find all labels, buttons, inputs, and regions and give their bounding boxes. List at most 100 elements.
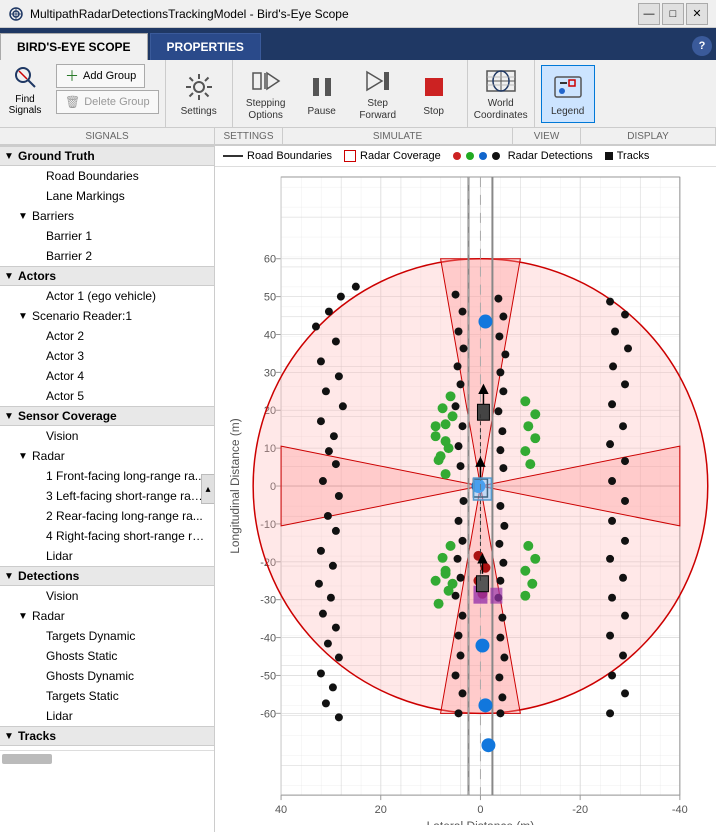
legend-tracks-sq [605,152,613,160]
x-ticks [281,795,680,800]
sidebar-item-lane-markings[interactable]: Lane Markings [0,186,214,206]
legend-bar: Road Boundaries Radar Coverage Radar Det… [215,146,716,167]
barrier-2-label: Barrier 2 [46,249,92,263]
y-axis-label: Longitudinal Distance (m) [228,418,242,554]
actors-label: Actors [18,269,56,283]
sidebar-item-radar-2[interactable]: 2 Rear-facing long-range ra... [0,506,214,526]
tab-bar: BIRD'S-EYE SCOPE PROPERTIES ? [0,28,716,60]
sidebar-item-targets-static[interactable]: Targets Static [0,686,214,706]
legend-radar-coverage: Radar Coverage [344,150,441,162]
sidebar-item-radar-1[interactable]: 1 Front-facing long-range ra... [0,466,214,486]
legend-dot-red [453,152,461,160]
ghosts-dynamic-label: Ghosts Dynamic [46,669,134,683]
sidebar-collapse-button[interactable]: ▴ [201,474,215,504]
add-group-label: Add Group [83,70,136,82]
sidebar-item-sensor-coverage[interactable]: ▼ Sensor Coverage [0,406,214,426]
sidebar-item-actor-1[interactable]: Actor 1 (ego vehicle) [0,286,214,306]
sidebar-hscrollbar-thumb[interactable] [2,754,52,764]
world-coordinates-button[interactable]: WorldCoordinates [474,65,528,123]
section-labels-bar: SIGNALS SETTINGS SIMULATE VIEW DISPLAY [0,128,716,146]
toggle-radar-sc: ▼ [18,451,32,462]
sidebar-item-tracks[interactable]: ▼ Tracks [0,726,214,746]
minimize-button[interactable]: — [638,3,660,25]
sidebar-item-radar-3[interactable]: 3 Left-facing short-range rac... [0,486,214,506]
svg-text:-40: -40 [672,804,688,816]
lidar-det-label: Lidar [46,709,73,723]
settings-button[interactable]: Settings [172,65,226,123]
delete-group-button[interactable]: 🗑 Delete Group [56,90,159,114]
help-button[interactable]: ? [692,36,712,56]
add-group-button[interactable]: ＋ Add Group [56,64,145,88]
sidebar-item-actor-2[interactable]: Actor 2 [0,326,214,346]
stepping-options-button[interactable]: SteppingOptions [239,65,293,123]
main-content: ▴ ▼ Ground Truth Road Boundaries Lane Ma… [0,146,716,832]
ghosts-static-label: Ghosts Static [46,649,117,663]
tab-birds-eye[interactable]: BIRD'S-EYE SCOPE [0,33,148,60]
sidebar-item-scenario-reader[interactable]: ▼ Scenario Reader:1 [0,306,214,326]
sidebar-item-ghosts-dynamic[interactable]: Ghosts Dynamic [0,666,214,686]
toggle-ground-truth: ▼ [4,151,18,162]
sidebar-item-vision-sc[interactable]: Vision [0,426,214,446]
stop-button[interactable]: Stop [407,65,461,123]
actor-2-label: Actor 2 [46,329,84,343]
legend-road-boundaries: Road Boundaries [223,150,332,162]
delete-group-label: Delete Group [84,96,149,108]
vision-det-label: Vision [46,589,78,603]
step-forward-label: StepForward [359,98,396,122]
sidebar-item-radar-sc[interactable]: ▼ Radar [0,446,214,466]
sidebar-item-barrier-1[interactable]: Barrier 1 [0,226,214,246]
sidebar: ▴ ▼ Ground Truth Road Boundaries Lane Ma… [0,146,215,832]
legend-icon [552,71,584,103]
simulate-section-label: SIMULATE [283,128,513,144]
radar-2-label: 2 Rear-facing long-range ra... [46,509,203,523]
pause-button[interactable]: Pause [295,65,349,123]
sidebar-item-ghosts-static[interactable]: Ghosts Static [0,646,214,666]
sidebar-item-detections[interactable]: ▼ Detections [0,566,214,586]
legend-radar-box [344,150,356,162]
legend-dot-blue [479,152,487,160]
sidebar-hscrollbar[interactable] [0,750,214,766]
targets-dynamic-label: Targets Dynamic [46,629,135,643]
legend-button[interactable]: Legend [541,65,595,123]
chart-area: Road Boundaries Radar Coverage Radar Det… [215,146,716,832]
sidebar-item-actors[interactable]: ▼ Actors [0,266,214,286]
sidebar-item-actor-5[interactable]: Actor 5 [0,386,214,406]
sidebar-item-lidar-det[interactable]: Lidar [0,706,214,726]
tab-properties[interactable]: PROPERTIES [150,33,261,60]
settings-icon [183,71,215,103]
simulate-group: SteppingOptions Pause StepForward [233,60,468,127]
legend-road-label: Road Boundaries [247,150,332,162]
sidebar-item-actor-4[interactable]: Actor 4 [0,366,214,386]
step-forward-button[interactable]: StepForward [351,65,405,123]
svg-text:0: 0 [477,804,483,816]
x-axis-label: Lateral Distance (m) [427,819,535,825]
sidebar-item-radar-4[interactable]: 4 Right-facing short-range ra... [0,526,214,546]
sidebar-item-barrier-2[interactable]: Barrier 2 [0,246,214,266]
sidebar-item-vision-det[interactable]: Vision [0,586,214,606]
maximize-button[interactable]: □ [662,3,684,25]
vision-sc-label: Vision [46,429,78,443]
targets-static-label: Targets Static [46,689,119,703]
legend-dot-green [466,152,474,160]
radar-1-label: 1 Front-facing long-range ra... [46,469,205,483]
legend-radar-detections: Radar Detections [453,150,593,162]
sidebar-item-ground-truth[interactable]: ▼ Ground Truth [0,146,214,166]
sidebar-item-road-boundaries[interactable]: Road Boundaries [0,166,214,186]
sidebar-item-barriers[interactable]: ▼ Barriers [0,206,214,226]
svg-text:60: 60 [264,254,276,266]
find-signals-button[interactable]: FindSignals [0,60,50,118]
sidebar-item-lidar-sc[interactable]: Lidar [0,546,214,566]
stop-icon [418,71,450,103]
step-forward-icon [362,67,394,95]
view-group: WorldCoordinates [468,60,535,127]
sidebar-item-radar-det[interactable]: ▼ Radar [0,606,214,626]
sidebar-item-actor-3[interactable]: Actor 3 [0,346,214,366]
stepping-options-label: SteppingOptions [246,98,285,122]
actor-1-label: Actor 1 (ego vehicle) [46,289,156,303]
actor-4-label: Actor 4 [46,369,84,383]
close-button[interactable]: ✕ [686,3,708,25]
chart-svg[interactable]: 60 50 40 30 20 10 0 -10 -20 -30 -40 -50 … [215,167,716,825]
sensor-coverage-label: Sensor Coverage [18,409,117,423]
sidebar-item-targets-dynamic[interactable]: Targets Dynamic [0,626,214,646]
settings-section-label: SETTINGS [215,128,283,144]
